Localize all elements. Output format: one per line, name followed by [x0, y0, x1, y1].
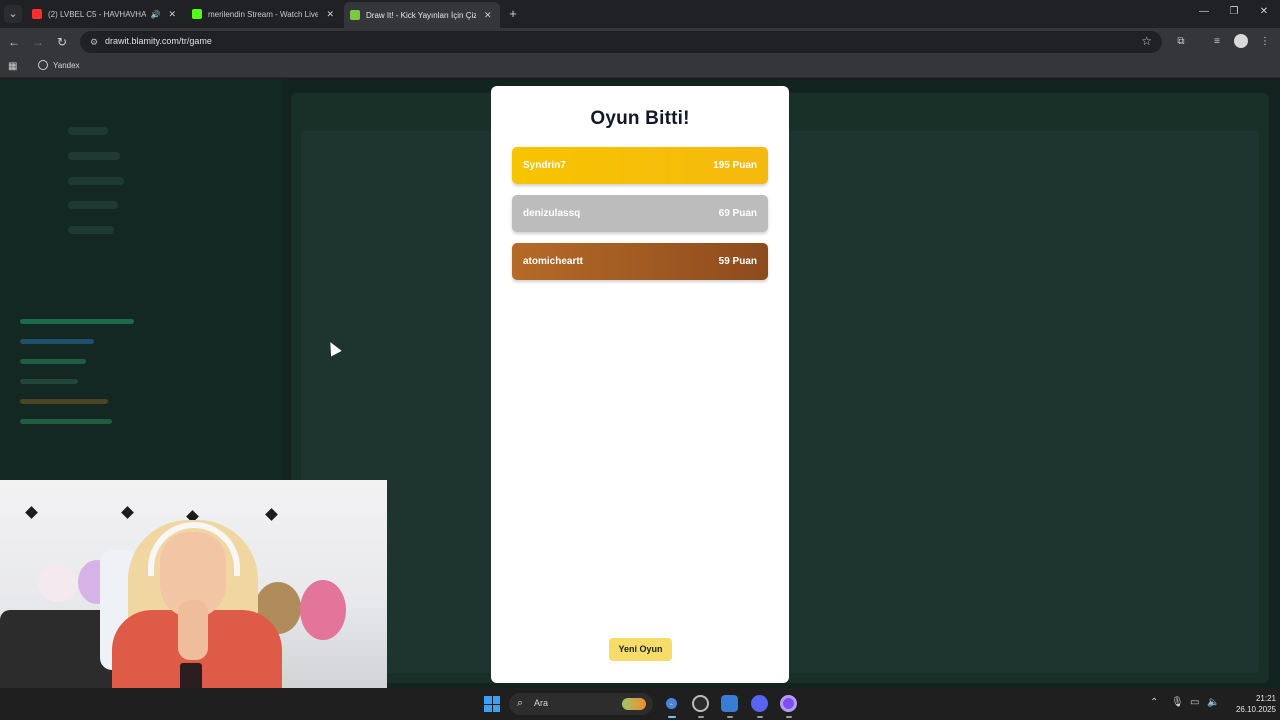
back-icon[interactable]: ← [6, 34, 22, 50]
tab-kick[interactable]: merilendin Stream - Watch Live ✕ [186, 4, 340, 24]
score-row-first: Syndrin7 195 Puan [512, 147, 768, 184]
site-info-icon[interactable]: ⚙ [88, 36, 100, 48]
app-indicator [786, 716, 792, 718]
close-tab-icon[interactable]: ✕ [168, 9, 176, 20]
score-row-third: atomicheartt 59 Puan [512, 243, 768, 280]
extensions-icon[interactable]: ⧉ [1174, 35, 1188, 49]
app-indicator [727, 716, 733, 718]
windows-start-icon[interactable] [484, 696, 500, 712]
player-points: 195 Puan [713, 160, 757, 171]
bookmark-star-icon[interactable]: ☆ [1141, 34, 1152, 48]
player-name: denizulassq [523, 208, 581, 219]
app-indicator [698, 716, 704, 718]
game-over-modal: Oyun Bitti! Syndrin7 195 Puan denizulass… [491, 86, 789, 683]
plush-toy [38, 564, 78, 602]
youtube-icon [32, 9, 42, 19]
plush-toy [300, 580, 346, 640]
display-icon[interactable]: ▭ [1190, 697, 1199, 708]
steam-icon[interactable] [692, 695, 709, 712]
player-points: 59 Puan [718, 256, 757, 267]
tab-search-button[interactable]: ⌄ [4, 5, 22, 23]
blurred-row [68, 152, 120, 160]
address-bar[interactable]: ⚙ drawit.blamity.com/tr/game ☆ [80, 31, 1162, 53]
wall-decoration [25, 506, 38, 519]
active-app-indicator [668, 716, 676, 718]
new-tab-icon[interactable]: + [506, 6, 520, 22]
tab-youtube[interactable]: (2) LVBEL C5 - HAVHAVHAV 🔊 ✕ [26, 4, 182, 24]
taskbar: ⌕ Ara ⌃ 🎙 ▭ 🔈 21:21 26.10.2025 [0, 688, 1280, 720]
volume-icon[interactable]: 🔈 [1207, 697, 1219, 708]
blurred-bar [20, 339, 94, 344]
bookmarks-bar: ▦ Yandex [0, 56, 1280, 78]
discord-icon[interactable] [751, 695, 768, 712]
modal-title: Oyun Bitti! [590, 108, 690, 129]
reload-icon[interactable]: ↻ [54, 34, 70, 50]
blurred-bar [20, 319, 134, 324]
search-highlight-icon [622, 698, 646, 710]
wall-decoration [121, 506, 134, 519]
bookmark-yandex[interactable]: Yandex [38, 60, 80, 70]
media-controls-icon[interactable]: ≡ [1210, 35, 1224, 49]
apps-grid-icon[interactable]: ▦ [8, 61, 19, 72]
speaker-icon[interactable]: 🔊 [150, 10, 160, 19]
search-icon: ⌕ [517, 697, 524, 709]
close-tab-icon[interactable]: ✕ [326, 9, 334, 20]
forward-icon[interactable]: → [30, 34, 46, 50]
microphone-icon[interactable]: 🎙 [1171, 697, 1184, 708]
browser-tab-strip: ⌄ (2) LVBEL C5 - HAVHAVHAV 🔊 ✕ merilendi… [0, 0, 1280, 28]
blurred-row [68, 127, 108, 135]
streamer-hands [178, 600, 208, 660]
blurred-bar [20, 379, 78, 384]
app-indicator [757, 716, 763, 718]
profile-avatar[interactable] [1234, 34, 1248, 48]
new-game-button[interactable]: Yeni Oyun [609, 638, 672, 661]
blurred-bar [20, 399, 108, 404]
wall-decoration [265, 508, 278, 521]
minimize-icon[interactable]: — [1196, 6, 1212, 17]
kick-icon [192, 9, 202, 19]
blurred-bar [20, 419, 112, 424]
url-text[interactable]: drawit.blamity.com/tr/game [105, 36, 212, 46]
close-window-icon[interactable]: ✕ [1256, 6, 1272, 17]
brush-icon [350, 10, 360, 20]
browser-toolbar: ← → ↻ ⚙ drawit.blamity.com/tr/game ☆ ⧉ ≡… [0, 28, 1280, 56]
system-clock[interactable]: 21:21 26.10.2025 [1220, 693, 1276, 715]
blurred-row [68, 177, 124, 185]
taskbar-search[interactable]: ⌕ Ara [509, 693, 653, 715]
player-name: Syndrin7 [523, 160, 566, 171]
tab-drawit[interactable]: Draw It! - Kick Yayınları İçin Çiz ✕ [344, 2, 500, 28]
webcam-overlay [0, 480, 387, 698]
menu-icon[interactable]: ⋮ [1258, 35, 1272, 49]
player-points: 69 Puan [718, 208, 757, 219]
player-name: atomicheartt [523, 256, 584, 267]
chrome-icon[interactable] [663, 695, 680, 712]
blurred-row [68, 201, 118, 209]
score-row-second: denizulassq 69 Puan [512, 195, 768, 232]
app-icon[interactable] [721, 695, 738, 712]
app-icon-purple[interactable] [780, 695, 797, 712]
blurred-bar [20, 359, 86, 364]
restore-icon[interactable]: ❐ [1226, 6, 1242, 17]
globe-icon [38, 60, 48, 70]
close-tab-icon[interactable]: ✕ [484, 10, 492, 21]
tray-chevron-icon[interactable]: ⌃ [1150, 697, 1158, 708]
blurred-row [68, 226, 114, 234]
